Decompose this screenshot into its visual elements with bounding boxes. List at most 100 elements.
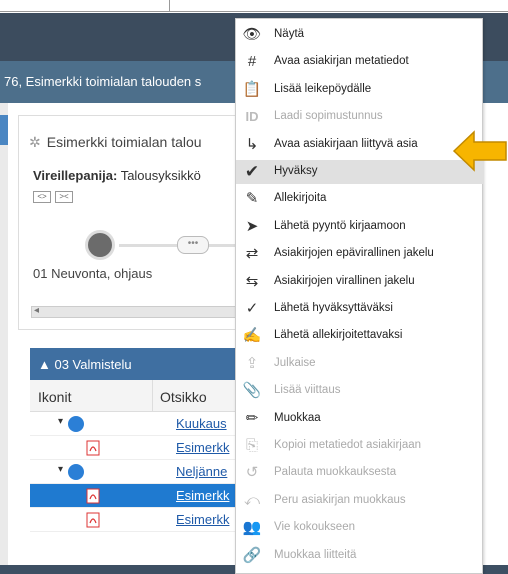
page-title: 76, Esimerkki toimialan talouden s <box>4 74 202 89</box>
document-title-link[interactable]: Neljänne <box>176 464 227 479</box>
menu-item-label: Palauta muokkauksesta <box>274 466 397 479</box>
copy-metadata-icon: ⎘ <box>245 437 258 454</box>
clipboard-icon: 📋 <box>242 80 262 98</box>
expand-button[interactable]: <> <box>33 191 51 203</box>
cancel-edit-icon: ⤺ <box>243 491 261 509</box>
document-title-link[interactable]: Esimerkk <box>176 440 229 455</box>
folder-status-icon <box>68 416 84 432</box>
menu-item[interactable]: 📎 Lisää viittaus <box>236 379 484 403</box>
menu-item[interactable]: 👁 Näytä <box>236 23 484 47</box>
menu-item[interactable]: ↳ Avaa asiakirjaan liittyvä asia <box>236 133 484 157</box>
menu-item-label: Avaa asiakirjan metatiedot <box>274 55 409 68</box>
pdf-icon <box>86 488 100 504</box>
menu-item[interactable]: ✏ Muokkaa <box>236 407 484 431</box>
menu-item-label: Avaa asiakirjaan liittyvä asia <box>274 137 418 150</box>
menu-item-label: Lähetä hyväksyttäväksi <box>274 302 393 314</box>
expand-toggle-icon[interactable]: ▾ <box>58 464 63 475</box>
menu-item-label: Peru asiakirjan muokkaus <box>274 493 406 506</box>
checkmark-icon: ✔ <box>244 162 260 181</box>
table-row[interactable]: Esimerkk <box>30 436 240 460</box>
menu-item-label: Laadi sopimustunnus <box>274 110 383 123</box>
menu-item-label: Hyväksy <box>274 165 318 177</box>
menu-item[interactable]: ⎘ Kopioi metatiedot asiakirjaan <box>236 434 484 458</box>
context-menu: 👁 Näytä # Avaa asiakirjan metatiedot 📋 Lisää … <box>235 18 484 574</box>
menu-item[interactable]: ✔ Hyväksy <box>236 160 484 184</box>
menu-item[interactable]: 👥 Vie kokoukseen <box>236 516 484 540</box>
hash-icon: # <box>247 53 257 71</box>
pdf-icon <box>86 440 100 456</box>
edit-attachments-icon: 🔗 <box>242 546 262 564</box>
case-panel: ✲ Esimerkki toimialan talou Vireillepanij… <box>18 115 249 330</box>
section-header[interactable]: ▲ 03 Valmistelu <box>30 348 240 380</box>
document-title-link[interactable]: Esimerkk <box>176 512 229 527</box>
send-signer-icon: ✍ <box>242 327 262 345</box>
menu-item-label: Kopioi metatiedot asiakirjaan <box>274 439 422 451</box>
expand-collapse-buttons: <> >< <box>33 186 77 204</box>
process-step-label: 01 Neuvonta, ohjaus <box>33 266 153 281</box>
menu-item[interactable]: ⇪ Julkaise <box>236 352 484 376</box>
id-icon: ID <box>245 109 259 125</box>
menu-item[interactable]: ID Laadi sopimustunnus <box>236 105 484 129</box>
official-distribution-icon: ⇆ <box>245 272 259 290</box>
menu-item[interactable]: ⇆ Asiakirjojen virallinen jakelu <box>236 270 484 294</box>
meeting-icon: 👥 <box>242 519 262 537</box>
initiator-value: Talousyksikkö <box>120 168 201 183</box>
send-approver-icon: ✓ <box>245 300 259 317</box>
scroll-left-icon[interactable]: ◂ <box>34 305 39 316</box>
pointer-arrow-icon <box>452 130 507 172</box>
horizontal-scrollbar[interactable]: ◂ <box>31 305 249 318</box>
send-registry-icon: ➤ <box>245 217 259 235</box>
gear-icon[interactable]: ✲ <box>29 134 41 150</box>
menu-item[interactable]: ↺ Palauta muokkauksesta <box>236 461 484 485</box>
menu-item-label: Julkaise <box>274 356 316 369</box>
folder-link-icon: ↳ <box>245 135 259 153</box>
menu-item-label: Lähetä allekirjoitettavaksi <box>274 329 403 342</box>
folder-status-icon <box>68 464 84 480</box>
column-header-title[interactable]: Otsikko <box>160 389 207 405</box>
menu-item[interactable]: # Avaa asiakirjan metatiedot <box>236 50 484 74</box>
process-more-steps[interactable]: ••• <box>177 236 209 254</box>
menu-item-label: Muokkaa <box>274 411 321 424</box>
menu-item[interactable]: ⇄ Asiakirjojen epävirallinen jakelu <box>236 242 484 266</box>
menu-item[interactable]: ✓ Lähetä hyväksyttäväksi <box>236 297 484 321</box>
pdf-icon <box>86 512 100 528</box>
menu-item[interactable]: ➤ Lähetä pyyntö kirjaamoon <box>236 215 484 239</box>
left-accent <box>0 115 8 145</box>
menu-item[interactable]: ⤺ Peru asiakirjan muokkaus <box>236 489 484 513</box>
table-row[interactable]: Esimerkk <box>30 508 240 532</box>
menu-item-label: Lisää viittaus <box>274 384 341 397</box>
menu-item[interactable]: 🔗 Muokkaa liitteitä <box>236 544 484 568</box>
menu-item[interactable]: ✍ Lähetä allekirjoitettavaksi <box>236 324 484 348</box>
table-row[interactable]: ▾ Neljänne <box>30 460 240 484</box>
expand-toggle-icon[interactable]: ▾ <box>58 416 63 427</box>
left-gutter <box>0 103 8 574</box>
table-row[interactable]: Esimerkk <box>30 484 240 508</box>
eye-icon: 👁 <box>242 26 262 43</box>
section-title-text: 03 Valmistelu <box>54 357 132 372</box>
collapse-button[interactable]: >< <box>55 191 73 203</box>
initiator: Vireillepanija: Talousyksikkö <box>33 168 201 183</box>
process-step-node[interactable] <box>85 230 115 260</box>
menu-item-label: Asiakirjojen virallinen jakelu <box>274 274 415 287</box>
paperclip-icon: 📎 <box>242 382 262 400</box>
document-title-link[interactable]: Esimerkk <box>176 488 229 503</box>
restore-icon: ↺ <box>245 464 259 482</box>
menu-item-label: Vie kokoukseen <box>274 521 355 534</box>
menu-item[interactable]: ✎ Allekirjoita <box>236 187 484 211</box>
table-header: Ikonit Otsikko <box>30 380 240 412</box>
menu-item-label: Lähetä pyyntö kirjaamoon <box>274 219 406 232</box>
column-header-icons[interactable]: Ikonit <box>38 389 71 405</box>
edit-icon: ✏ <box>245 409 259 427</box>
documents-table: Ikonit Otsikko ▾ Kuukaus Esimerkk ▾ Neljänne… <box>30 380 240 532</box>
table-row[interactable]: ▾ Kuukaus <box>30 412 240 436</box>
unofficial-distribution-icon: ⇄ <box>245 245 259 263</box>
menu-item-label: Näytä <box>274 28 305 40</box>
column-divider <box>152 380 153 412</box>
menu-item-label: Muokkaa liitteitä <box>274 548 357 561</box>
document-title-link[interactable]: Kuukaus <box>176 416 227 431</box>
menu-item[interactable]: 📋 Lisää leikepöydälle <box>236 78 484 102</box>
menu-item-label: Asiakirjojen epävirallinen jakelu <box>274 247 434 260</box>
panel-title-text: Esimerkki toimialan talou <box>46 134 202 150</box>
menu-item-label: Lisää leikepöydälle <box>274 82 372 95</box>
top-strip-cell <box>0 0 170 12</box>
